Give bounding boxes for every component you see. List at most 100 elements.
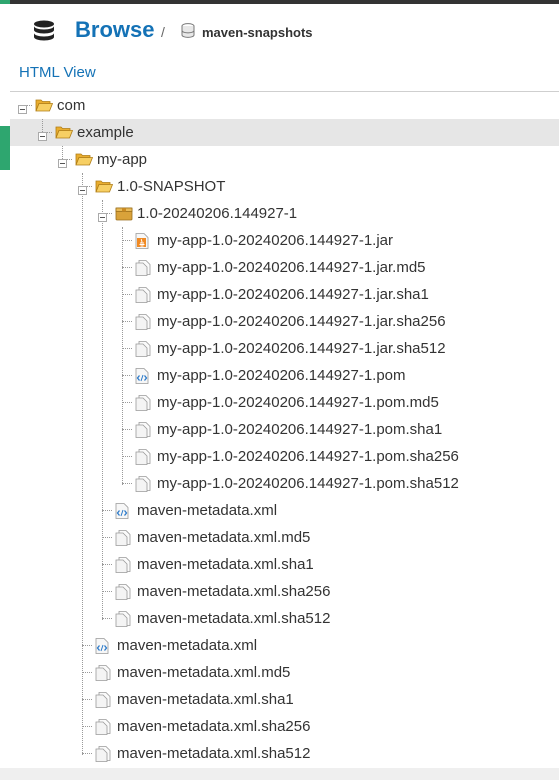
- tree-item-label[interactable]: maven-metadata.xml.md5: [117, 664, 290, 681]
- tree-item-label[interactable]: maven-metadata.xml.sha256: [137, 583, 330, 600]
- tree-connector: [102, 591, 112, 592]
- tree-item-label[interactable]: my-app-1.0-20240206.144927-1.pom.sha1: [157, 421, 442, 438]
- tree-item-label[interactable]: maven-metadata.xml.sha512: [137, 610, 330, 627]
- html-view-link[interactable]: HTML View: [19, 64, 96, 81]
- collapse-toggle-icon[interactable]: [98, 209, 107, 227]
- tree-item-label[interactable]: my-app-1.0-20240206.144927-1.jar.sha512: [157, 340, 446, 357]
- tree-connector: [82, 753, 92, 754]
- tree-connector: [122, 456, 132, 457]
- tree-item-label[interactable]: my-app-1.0-20240206.144927-1.pom.md5: [157, 394, 439, 411]
- tree-file-row[interactable]: maven-metadata.xml.sha256: [10, 713, 559, 740]
- tree-item-label[interactable]: 1.0-SNAPSHOT: [117, 178, 225, 195]
- header: Browse / maven-snapshots: [0, 4, 559, 56]
- tree-file-row[interactable]: maven-metadata.xml.sha1: [10, 551, 559, 578]
- tree-folder-row[interactable]: com: [10, 92, 559, 119]
- tree-item-label[interactable]: my-app-1.0-20240206.144927-1.pom.sha512: [157, 475, 459, 492]
- file-icon: [135, 422, 151, 443]
- tree-connector: [122, 483, 132, 484]
- file-icon: [135, 314, 151, 335]
- collapse-toggle-icon[interactable]: [58, 155, 67, 173]
- tree-folder-row[interactable]: example: [10, 119, 559, 146]
- sidebar-active-marker: [0, 126, 10, 170]
- tree-connector: [82, 645, 92, 646]
- file-icon: [135, 287, 151, 308]
- folder-open-icon: [55, 125, 74, 144]
- tree-item-label[interactable]: maven-metadata.xml: [117, 637, 257, 654]
- tree-connector: [122, 294, 132, 295]
- tree-file-row[interactable]: maven-metadata.xml: [10, 497, 559, 524]
- repository-icon: [181, 23, 195, 43]
- tree-connector: [82, 699, 92, 700]
- tree-file-row[interactable]: my-app-1.0-20240206.144927-1.pom.sha256: [10, 443, 559, 470]
- tree-folder-row[interactable]: 1.0-SNAPSHOT: [10, 173, 559, 200]
- tree-connector: [122, 429, 132, 430]
- file-icon: [95, 746, 111, 767]
- tree-connector: [102, 510, 112, 511]
- tree-connector: [102, 618, 112, 619]
- tree-folder-row[interactable]: 1.0-20240206.144927-1: [10, 200, 559, 227]
- tree-connector: [122, 348, 132, 349]
- tree-file-row[interactable]: maven-metadata.xml.md5: [10, 659, 559, 686]
- collapse-toggle-icon[interactable]: [38, 128, 47, 146]
- tree-connector: [122, 402, 132, 403]
- folder-open-icon: [95, 179, 114, 198]
- breadcrumb-repository[interactable]: maven-snapshots: [202, 25, 313, 40]
- folder-open-icon: [75, 152, 94, 171]
- tree-item-label[interactable]: my-app-1.0-20240206.144927-1.pom.sha256: [157, 448, 459, 465]
- file-icon: [115, 557, 131, 578]
- tree-file-row[interactable]: my-app-1.0-20240206.144927-1.jar.md5: [10, 254, 559, 281]
- bottom-strip: [0, 768, 559, 780]
- tree-file-row[interactable]: my-app-1.0-20240206.144927-1.pom.sha1: [10, 416, 559, 443]
- tree-file-row[interactable]: maven-metadata.xml.sha256: [10, 578, 559, 605]
- tree-file-row[interactable]: my-app-1.0-20240206.144927-1.pom.sha512: [10, 470, 559, 497]
- file-icon: [95, 692, 111, 713]
- tree-file-row[interactable]: my-app-1.0-20240206.144927-1.jar.sha1: [10, 281, 559, 308]
- page-title[interactable]: Browse: [75, 17, 154, 43]
- package-icon: [115, 206, 133, 226]
- tree-file-row[interactable]: my-app-1.0-20240206.144927-1.jar.sha512: [10, 335, 559, 362]
- tree-item-label[interactable]: maven-metadata.xml.sha512: [117, 745, 310, 762]
- tree-connector: [82, 672, 92, 673]
- tree-item-label[interactable]: my-app: [97, 151, 147, 168]
- tree-file-row[interactable]: maven-metadata.xml.sha512: [10, 605, 559, 632]
- file-icon: [115, 530, 131, 551]
- folder-open-icon: [35, 98, 54, 117]
- file-tree: com example my-app 1.0-SNAPSHOT 1.0-20240206…: [10, 92, 559, 780]
- tree-file-row[interactable]: my-app-1.0-20240206.144927-1.pom: [10, 362, 559, 389]
- tree-item-label[interactable]: maven-metadata.xml.sha1: [137, 556, 314, 573]
- tree-file-row[interactable]: maven-metadata.xml.sha512: [10, 740, 559, 767]
- tree-item-label[interactable]: maven-metadata.xml: [137, 502, 277, 519]
- tree-item-label[interactable]: my-app-1.0-20240206.144927-1.jar: [157, 232, 393, 249]
- tree-connector: [122, 375, 132, 376]
- tree-connector: [122, 240, 132, 241]
- tree-connector: [82, 726, 92, 727]
- tree-connector: [102, 537, 112, 538]
- file-icon: [135, 341, 151, 362]
- file-icon: [95, 665, 111, 686]
- tree-item-label[interactable]: my-app-1.0-20240206.144927-1.jar.sha256: [157, 313, 446, 330]
- tree-item-label[interactable]: 1.0-20240206.144927-1: [137, 205, 297, 222]
- tree-file-row[interactable]: maven-metadata.xml.sha1: [10, 686, 559, 713]
- tree-item-label[interactable]: maven-metadata.xml.sha1: [117, 691, 294, 708]
- xml-file-icon: [95, 638, 109, 659]
- tree-connector: [102, 564, 112, 565]
- tree-folder-row[interactable]: my-app: [10, 146, 559, 173]
- collapse-toggle-icon[interactable]: [78, 182, 87, 200]
- tree-file-row[interactable]: my-app-1.0-20240206.144927-1.jar: [10, 227, 559, 254]
- tree-item-label[interactable]: example: [77, 124, 134, 141]
- tree-item-label[interactable]: my-app-1.0-20240206.144927-1.jar.md5: [157, 259, 426, 276]
- tree-item-label[interactable]: maven-metadata.xml.sha256: [117, 718, 310, 735]
- file-icon: [115, 584, 131, 605]
- file-icon: [135, 395, 151, 416]
- jar-file-icon: [135, 233, 149, 254]
- tree-item-label[interactable]: maven-metadata.xml.md5: [137, 529, 310, 546]
- tree-item-label[interactable]: my-app-1.0-20240206.144927-1.jar.sha1: [157, 286, 429, 303]
- tree-file-row[interactable]: maven-metadata.xml: [10, 632, 559, 659]
- tree-item-label[interactable]: my-app-1.0-20240206.144927-1.pom: [157, 367, 406, 384]
- tree-file-row[interactable]: my-app-1.0-20240206.144927-1.jar.sha256: [10, 308, 559, 335]
- tree-file-row[interactable]: my-app-1.0-20240206.144927-1.pom.md5: [10, 389, 559, 416]
- collapse-toggle-icon[interactable]: [18, 101, 27, 119]
- xml-file-icon: [115, 503, 129, 524]
- tree-file-row[interactable]: maven-metadata.xml.md5: [10, 524, 559, 551]
- tree-item-label[interactable]: com: [57, 97, 85, 114]
